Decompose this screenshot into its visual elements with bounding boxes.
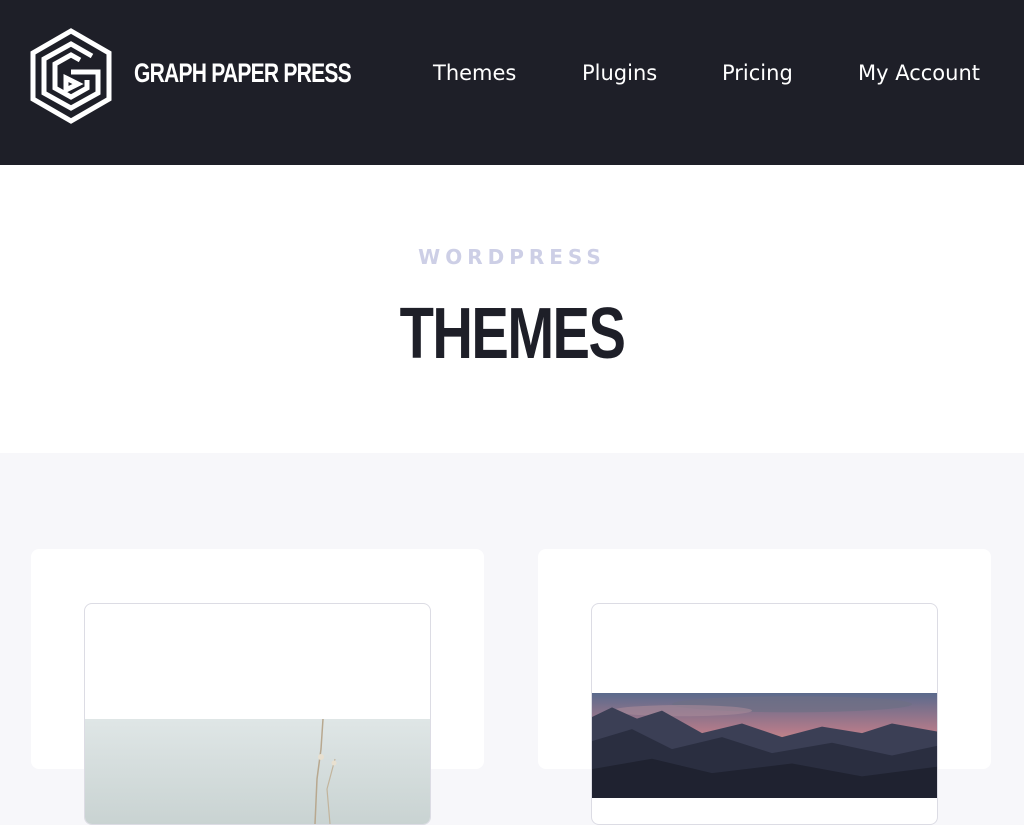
theme-card[interactable]	[31, 549, 484, 825]
hexagon-maze-logo-icon[interactable]	[28, 28, 114, 124]
nav-item-themes[interactable]: Themes	[433, 61, 516, 85]
light-landscape-image	[85, 719, 430, 824]
nav-item-my-account[interactable]: My Account	[858, 61, 980, 85]
brand-name[interactable]: GRAPH PAPER PRESS	[134, 58, 352, 89]
hero-section: WORDPRESS THEMES	[0, 165, 1024, 453]
page-title: THEMES	[0, 293, 1024, 375]
nav-item-pricing[interactable]: Pricing	[722, 61, 793, 85]
page-eyebrow: WORDPRESS	[418, 245, 606, 269]
theme-card[interactable]	[538, 549, 991, 825]
mountain-sunset-image	[592, 693, 937, 798]
page-title-text: THEMES	[399, 294, 626, 374]
nav-item-plugins[interactable]: Plugins	[582, 61, 657, 85]
theme-preview[interactable]	[84, 603, 431, 825]
theme-preview[interactable]	[591, 603, 938, 825]
site-header: GRAPH PAPER PRESS Themes Plugins Pricing…	[0, 0, 1024, 165]
